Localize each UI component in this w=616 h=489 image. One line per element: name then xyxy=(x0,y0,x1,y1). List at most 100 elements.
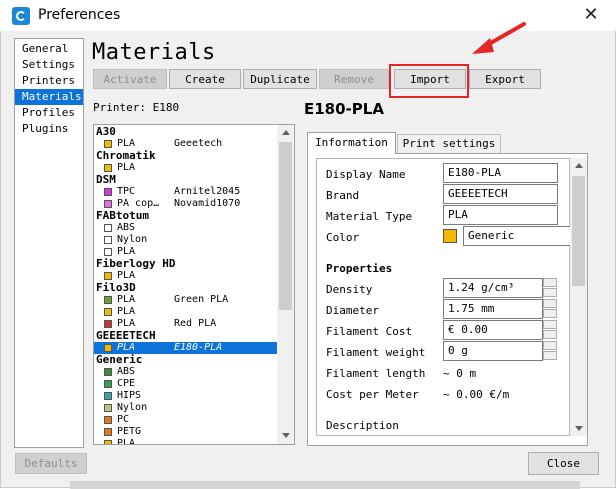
material-type: Nylon xyxy=(117,234,148,245)
material-list-item[interactable]: ABS xyxy=(94,222,278,234)
diameter-input[interactable]: 1.75 mm xyxy=(443,299,543,319)
cost-per-meter-label: Cost per Meter xyxy=(326,388,419,401)
density-stepper[interactable] xyxy=(543,278,557,297)
brand-name: Chromatik xyxy=(96,149,156,162)
color-label: Color xyxy=(326,231,360,244)
material-list-item[interactable]: Nylon xyxy=(94,402,278,414)
material-type: Nylon xyxy=(117,402,148,413)
filament-weight-stepper[interactable] xyxy=(543,341,557,360)
color-swatch-icon xyxy=(104,308,112,316)
nav-item-settings[interactable]: Settings xyxy=(15,57,83,73)
color-swatch-icon xyxy=(104,164,112,172)
material-list-item[interactable]: PLA xyxy=(94,306,278,318)
duplicate-button[interactable]: Duplicate xyxy=(243,69,317,89)
material-brand-header[interactable]: Filo3D xyxy=(94,282,278,294)
brand-name: Generic xyxy=(96,353,143,366)
diameter-label: Diameter xyxy=(326,304,379,317)
diameter-stepper[interactable] xyxy=(543,299,557,318)
info-scroll-up-icon[interactable] xyxy=(575,163,583,168)
remove-button[interactable]: Remove xyxy=(319,69,389,89)
material-list-item[interactable]: ABS xyxy=(94,366,278,378)
nav-item-printers[interactable]: Printers xyxy=(15,73,83,89)
color-swatch-icon xyxy=(104,428,112,436)
color-swatch-icon xyxy=(104,392,112,400)
display-name-label: Display Name xyxy=(326,168,406,181)
defaults-button[interactable]: Defaults xyxy=(15,453,87,474)
material-name: E180-PLA xyxy=(174,342,223,353)
nav-item-profiles[interactable]: Profiles xyxy=(15,105,83,121)
material-brand-header[interactable]: Fiberlogy HD xyxy=(94,258,278,270)
material-list-item[interactable]: PLA xyxy=(94,162,278,174)
material-type: PC xyxy=(117,414,130,425)
page-title: Materials xyxy=(92,40,216,65)
material-type: HIPS xyxy=(117,390,142,401)
color-swatch-icon xyxy=(104,188,112,196)
material-list-item[interactable]: PLA xyxy=(94,438,278,445)
material-brand-header[interactable]: DSM xyxy=(94,174,278,186)
color-swatch-icon xyxy=(104,404,112,412)
scroll-up-icon[interactable] xyxy=(282,130,290,135)
material-brand-header[interactable]: A30 xyxy=(94,126,278,138)
activate-button[interactable]: Activate xyxy=(93,69,167,89)
filament-cost-input[interactable]: € 0.00 xyxy=(443,320,543,340)
filament-weight-label: Filament weight xyxy=(326,346,426,359)
tab-print-settings[interactable]: Print settings xyxy=(397,134,501,154)
material-list-item[interactable]: HIPS xyxy=(94,390,278,402)
material-title: E180-PLA xyxy=(304,100,384,118)
brand-name: GEEEETECH xyxy=(96,329,156,342)
material-list-item[interactable]: PETG xyxy=(94,426,278,438)
export-button[interactable]: Export xyxy=(469,69,541,89)
tab-information[interactable]: Information xyxy=(307,132,396,154)
create-button[interactable]: Create xyxy=(169,69,241,89)
nav-item-materials[interactable]: Materials xyxy=(15,89,83,105)
filament-length-value: ~ 0 m xyxy=(443,367,477,380)
nav-item-plugins[interactable]: Plugins xyxy=(15,121,83,137)
color-swatch-icon xyxy=(104,140,112,148)
material-name: Novamid1070 xyxy=(174,198,241,209)
material-list-scroll-thumb[interactable] xyxy=(279,142,292,310)
close-icon[interactable]: ✕ xyxy=(576,2,606,28)
color-swatch[interactable] xyxy=(443,229,457,243)
brand-name: Filo3D xyxy=(96,281,136,294)
close-button[interactable]: Close xyxy=(528,452,599,475)
material-type: PLA xyxy=(117,294,136,305)
filament-cost-stepper[interactable] xyxy=(543,320,557,339)
scroll-down-icon[interactable] xyxy=(282,433,290,438)
material-list-item[interactable]: Nylon xyxy=(94,234,278,246)
material-name: Green PLA xyxy=(174,294,229,305)
color-swatch-icon xyxy=(104,296,112,304)
cost-per-meter-value: ~ 0.00 €/m xyxy=(443,388,510,401)
material-brand-header[interactable]: Chromatik xyxy=(94,150,278,162)
material-type: PLA xyxy=(117,438,136,445)
brand-name: Fiberlogy HD xyxy=(96,257,176,270)
info-scroll-down-icon[interactable] xyxy=(575,426,583,431)
brand-field[interactable]: GEEEETECH xyxy=(443,184,558,204)
properties-heading: Properties xyxy=(326,262,393,275)
material-list-item[interactable]: PC xyxy=(94,414,278,426)
material-brand-header[interactable]: GEEEETECH xyxy=(94,330,278,342)
color-name-field[interactable]: Generic xyxy=(463,226,570,246)
material-name: Red PLA xyxy=(174,318,217,329)
material-brand-header[interactable]: Generic xyxy=(94,354,278,366)
material-type-label: Material Type xyxy=(326,210,413,223)
material-list[interactable]: A30 PLA Geeetech Chromatik PLA DSM TPC Arnitel2… xyxy=(93,124,295,445)
preferences-nav: General Settings Printers Materials Prof… xyxy=(14,38,84,448)
material-type-field[interactable]: PLA xyxy=(443,205,558,225)
material-list-item[interactable]: CPE xyxy=(94,378,278,390)
material-brand-header[interactable]: FABtotum xyxy=(94,210,278,222)
material-type: ABS xyxy=(117,222,136,233)
display-name-field[interactable]: E180-PLA xyxy=(443,163,558,183)
information-scroll-thumb[interactable] xyxy=(572,176,585,286)
color-swatch-icon xyxy=(104,416,112,424)
printer-label: Printer: E180 xyxy=(93,101,180,114)
color-swatch-icon xyxy=(104,224,112,232)
material-type: PLA xyxy=(117,162,136,173)
material-list-item[interactable]: TPC Arnitel2045 xyxy=(94,186,278,198)
material-list-item[interactable]: PLA Green PLA xyxy=(94,294,278,306)
material-name: Arnitel2045 xyxy=(174,186,241,197)
filament-weight-input[interactable]: 0 g xyxy=(443,341,543,361)
brand-name: A30 xyxy=(96,125,116,138)
nav-item-general[interactable]: General xyxy=(15,41,83,57)
color-swatch-icon xyxy=(104,344,112,352)
density-input[interactable]: 1.24 g/cm³ xyxy=(443,278,543,298)
